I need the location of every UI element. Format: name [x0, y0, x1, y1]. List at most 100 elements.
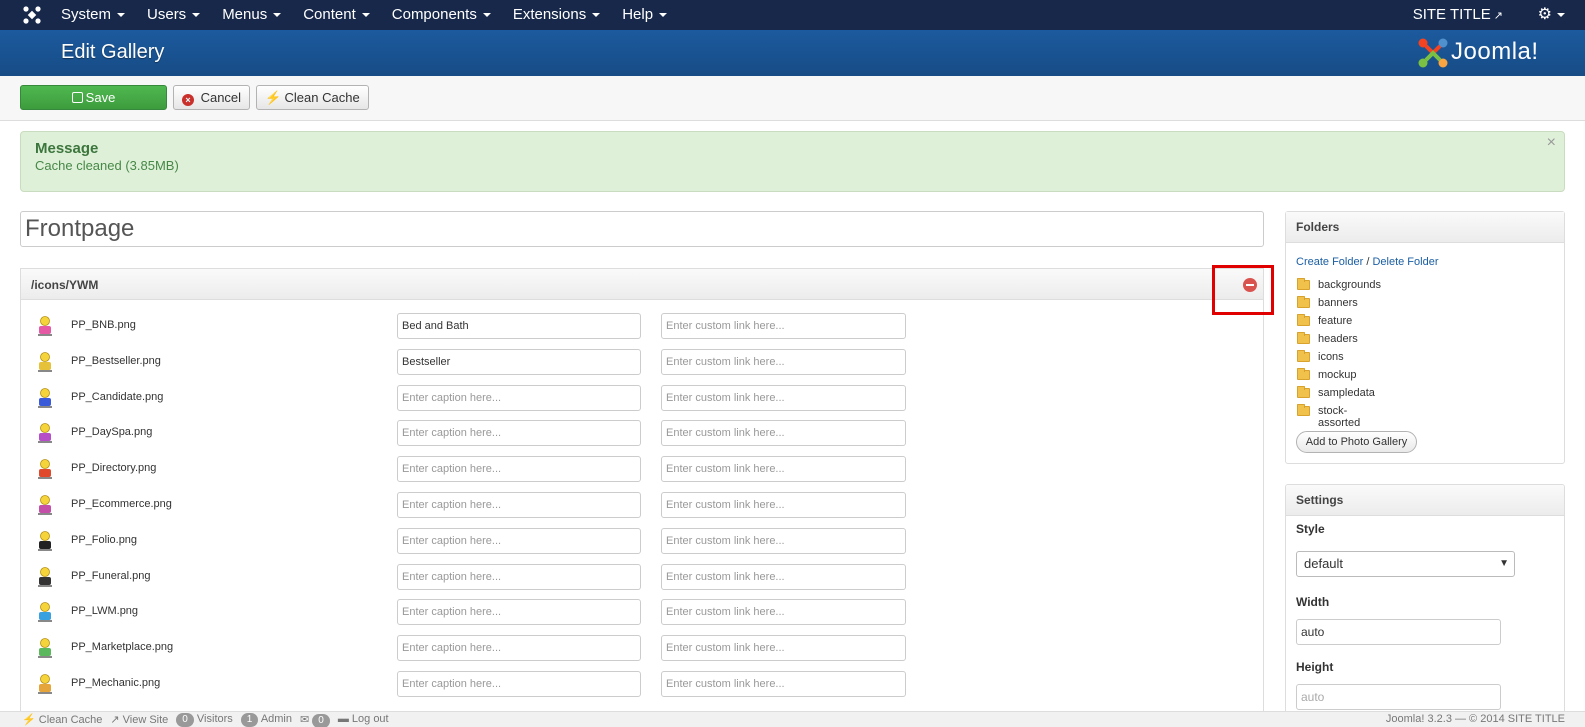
chevron-down-icon: ▼ — [1499, 558, 1509, 569]
menu-label: Components — [391, 6, 477, 23]
menu-label: Menus — [222, 6, 268, 23]
caret-down-icon — [659, 13, 668, 18]
view-site-link[interactable]: ↗ View Site — [110, 713, 168, 727]
brand-text: Joomla! — [1451, 38, 1539, 65]
page-header: Edit Gallery Joomla! — [0, 30, 1585, 76]
view-site-label: View Site — [122, 714, 169, 726]
clean-cache-status-link[interactable]: ⚡ Clean Cache — [22, 713, 102, 727]
folder-icon — [1297, 386, 1310, 398]
image-row: PP_Candidate.png — [21, 384, 1265, 421]
link-separator: / — [1366, 256, 1370, 268]
menu-content[interactable]: Content — [292, 0, 381, 30]
status-bar: ⚡ Clean Cache ↗ View Site 0 Visitors 1 A… — [0, 711, 1585, 727]
cancel-icon: × — [181, 94, 194, 106]
caption-input[interactable] — [397, 456, 641, 483]
image-filename: PP_Ecommerce.png — [71, 497, 172, 510]
menu-label: System — [61, 6, 112, 23]
folder-icon — [1297, 350, 1310, 362]
custom-link-input[interactable] — [661, 491, 906, 518]
caption-input[interactable] — [397, 527, 641, 554]
style-select-value: default — [1304, 556, 1344, 571]
visitors-label: Visitors — [196, 713, 233, 725]
folder-actions: Create Folder / Delete Folder — [1296, 256, 1439, 268]
joomla-logo-icon — [1418, 38, 1448, 68]
folder-icon — [1297, 332, 1310, 344]
custom-link-input[interactable] — [661, 420, 906, 447]
visitors-badge: 0 — [176, 713, 194, 727]
clean-cache-button[interactable]: ⚡ Clean Cache — [256, 85, 369, 110]
footer-copyright: Joomla! 3.2.3 — © 2014 SITE TITLE — [1385, 713, 1565, 725]
custom-link-input[interactable] — [661, 456, 906, 483]
message-text: Cache cleaned (3.85MB) — [35, 158, 179, 173]
joomla-icon[interactable] — [22, 5, 42, 25]
caption-input[interactable] — [397, 384, 641, 411]
menu-components[interactable]: Components — [381, 0, 502, 30]
custom-link-input[interactable] — [661, 348, 906, 375]
folder-label: backgrounds — [1318, 279, 1381, 291]
image-thumbnail — [38, 530, 52, 551]
custom-link-input[interactable] — [661, 384, 906, 411]
custom-link-input[interactable] — [661, 563, 906, 590]
menu-menus[interactable]: Menus — [211, 0, 292, 30]
caption-input[interactable] — [397, 670, 641, 697]
minus-icon: ▬ — [337, 713, 349, 725]
height-input[interactable] — [1296, 684, 1501, 710]
delete-folder-link[interactable]: Delete Folder — [1372, 256, 1438, 268]
image-row: PP_Funeral.png — [21, 563, 1265, 600]
save-label: Save — [85, 90, 116, 105]
custom-link-input[interactable] — [661, 313, 906, 339]
height-label: Height — [1296, 660, 1334, 674]
cancel-button[interactable]: × Cancel — [173, 85, 250, 110]
messages-status[interactable]: ✉ 0 — [300, 713, 330, 727]
width-input[interactable] — [1296, 619, 1501, 645]
add-to-gallery-button[interactable]: Add to Photo Gallery — [1296, 431, 1417, 453]
image-row: PP_Folio.png — [21, 527, 1265, 564]
image-filename: PP_DaySpa.png — [71, 426, 153, 439]
style-label: Style — [1296, 522, 1325, 536]
messages-badge: 0 — [312, 714, 330, 727]
caption-input[interactable] — [397, 563, 641, 590]
caption-input[interactable] — [397, 348, 641, 375]
gallery-title-input[interactable] — [20, 211, 1264, 247]
menu-system[interactable]: System — [50, 0, 136, 30]
close-icon[interactable]: × — [1547, 134, 1556, 152]
top-navbar: System Users Menus Content Components Ex… — [0, 0, 1585, 30]
image-thumbnail — [38, 316, 52, 336]
image-filename: PP_Mechanic.png — [71, 676, 161, 689]
folder-label: sampledata — [1318, 387, 1375, 399]
custom-link-input[interactable] — [661, 599, 906, 626]
caret-down-icon — [1557, 12, 1565, 17]
save-button[interactable]: Save — [20, 85, 167, 110]
caption-input[interactable] — [397, 599, 641, 626]
folder-label: feature — [1318, 315, 1353, 327]
status-left: ⚡ Clean Cache ↗ View Site 0 Visitors 1 A… — [22, 713, 389, 727]
image-filename: PP_Funeral.png — [71, 569, 151, 582]
edit-icon — [71, 92, 83, 103]
menu-users[interactable]: Users — [136, 0, 211, 30]
logout-label: Log out — [351, 713, 389, 725]
toolbar: Save × Cancel ⚡ Clean Cache — [0, 76, 1585, 121]
style-select[interactable]: default ▼ — [1296, 551, 1515, 577]
image-thumbnail — [38, 495, 52, 515]
custom-link-input[interactable] — [661, 670, 906, 697]
caret-down-icon — [117, 13, 126, 18]
caption-input[interactable] — [397, 635, 641, 662]
image-filename: PP_LWM.png — [71, 605, 139, 618]
menu-help[interactable]: Help — [611, 0, 678, 30]
logout-link[interactable]: ▬ Log out — [338, 713, 389, 727]
menu-extensions[interactable]: Extensions — [502, 0, 611, 30]
caption-input[interactable] — [397, 313, 641, 339]
site-title-link[interactable]: SITE TITLE ↗ — [1413, 0, 1503, 31]
image-thumbnail — [38, 566, 52, 587]
custom-link-input[interactable] — [661, 527, 906, 554]
image-thumbnail — [38, 638, 52, 659]
remove-folder-icon[interactable] — [1243, 278, 1257, 292]
image-thumbnail — [38, 459, 52, 480]
caption-input[interactable] — [397, 491, 641, 518]
settings-menu[interactable]: ⚙ — [1538, 0, 1565, 30]
create-folder-link[interactable]: Create Folder — [1296, 256, 1363, 268]
caption-input[interactable] — [397, 420, 641, 447]
image-filename: PP_Directory.png — [71, 462, 157, 475]
custom-link-input[interactable] — [661, 635, 906, 662]
status-clean-cache-label: Clean Cache — [38, 714, 103, 726]
